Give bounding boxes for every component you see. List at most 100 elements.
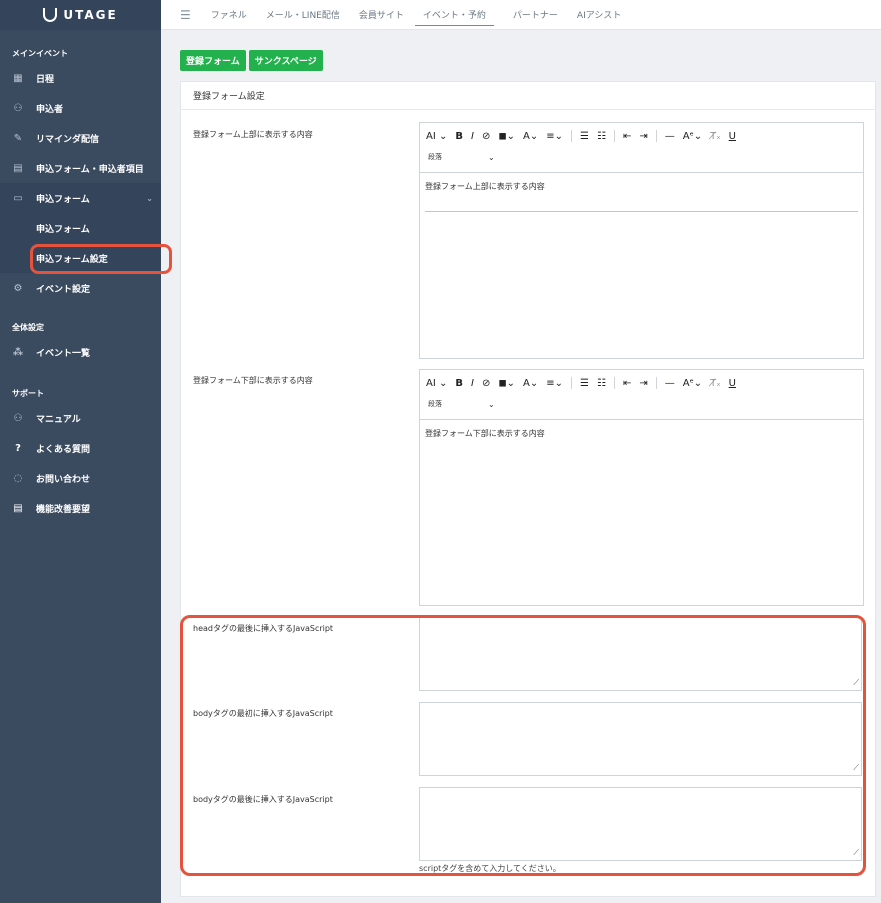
calendar-icon: ▦ [13,72,23,84]
superscript-icon[interactable]: Aᵉ⌄ [683,378,702,389]
sidebar-item-form-items[interactable]: ▤ 申込フォーム・申込者項目 [0,153,161,183]
sidebar-subitem-forms[interactable]: 申込フォーム [0,213,161,243]
link-icon[interactable]: ⊘ [482,131,490,142]
sidebar-item-faq[interactable]: ? よくある質問 [0,433,161,463]
outdent-icon[interactable]: ⇤ [623,378,631,389]
sidebar-item-applicants[interactable]: ⚇ 申込者 [0,93,161,123]
upper-content-label: 登録フォーム上部に表示する内容 [193,130,313,139]
sidebar: UTAGE メインイベント ▦ 日程 ⚇ 申込者 ✎ リマインダ配信 ▤ 申込フ… [0,0,161,903]
table-icon: ▤ [13,162,23,174]
numbered-list-icon[interactable]: ☷ [597,378,606,389]
chevron-down-icon: ⌄ [488,152,495,162]
logo[interactable]: UTAGE [0,0,161,30]
sitemap-icon: ⁂ [12,346,24,358]
page-buttons: 登録フォーム サンクスページ [180,50,326,71]
underline-icon[interactable]: U [729,378,736,389]
highlight-form-settings [30,244,172,274]
editor-content[interactable]: 登録フォーム下部に表示する内容 [420,420,863,447]
italic-icon[interactable]: I [471,378,474,389]
font-color-icon[interactable]: A⌄ [523,131,538,142]
tab-funnel[interactable]: ファネル [211,0,247,30]
outdent-icon[interactable]: ⇤ [623,131,631,142]
indent-icon[interactable]: ⇥ [639,378,647,389]
chevron-down-icon: ⌄ [146,193,153,203]
underline-icon[interactable]: U [729,131,736,142]
sidebar-item-schedule[interactable]: ▦ 日程 [0,63,161,93]
sidebar-item-label: 日程 [36,74,55,85]
lower-content-label: 登録フォーム下部に表示する内容 [193,376,313,385]
clear-format-icon[interactable]: T̸ₓ [710,131,721,142]
paragraph-select[interactable]: 段落 ⌄ [426,399,857,409]
section-support: サポート [12,388,44,398]
lower-content-editor[interactable]: AI ⌄ B I ⊘ ◼⌄ A⌄ ≡⌄ ☰ ☷ ⇤ ⇥ — Aᵉ⌄ T̸ₓ U [419,369,864,606]
horizontal-rule-icon[interactable]: — [665,131,675,142]
editor-toolbar: AI ⌄ B I ⊘ ◼⌄ A⌄ ≡⌄ ☰ ☷ ⇤ ⇥ — Aᵉ⌄ T̸ₓ U [420,123,863,173]
register-form-button[interactable]: 登録フォーム [180,50,246,71]
pencil-icon: ✎ [13,132,23,144]
editor-content[interactable]: 登録フォーム上部に表示する内容 [420,173,863,220]
bullet-list-icon[interactable]: ☰ [580,378,589,389]
editor-text: 登録フォーム上部に表示する内容 [425,182,545,191]
clear-format-icon[interactable]: T̸ₓ [710,378,721,389]
sidebar-item-label: イベント設定 [36,284,91,295]
chat-icon: ◌ [13,472,23,484]
highlight-icon[interactable]: ◼⌄ [498,378,515,389]
bold-icon[interactable]: B [455,378,463,389]
chevron-down-icon: ⌄ [488,399,495,409]
sidebar-item-label: お問い合わせ [36,474,91,485]
sidebar-item-reminder[interactable]: ✎ リマインダ配信 [0,123,161,153]
align-icon[interactable]: ≡⌄ [546,131,563,142]
user-icon: ⚇ [13,412,23,424]
user-icon: ⚇ [13,102,23,114]
question-icon: ? [15,442,21,454]
section-main-event: メインイベント [12,48,68,58]
sidebar-item-event-settings[interactable]: ⚙ イベント設定 [0,273,161,303]
editor-text: 登録フォーム下部に表示する内容 [425,429,545,438]
font-size-icon[interactable]: AI ⌄ [426,378,447,389]
sidebar-item-label: マニュアル [36,414,81,425]
thanks-page-button[interactable]: サンクスページ [248,50,323,71]
editor-toolbar: AI ⌄ B I ⊘ ◼⌄ A⌄ ≡⌄ ☰ ☷ ⇤ ⇥ — Aᵉ⌄ T̸ₓ U [420,370,863,420]
tab-event-reservation[interactable]: イベント・予約 [414,4,494,26]
link-icon[interactable]: ⊘ [482,378,490,389]
logo-icon [43,8,58,22]
sidebar-item-feature-request[interactable]: ▤ 機能改善要望 [0,493,161,523]
divider [425,211,858,212]
numbered-list-icon[interactable]: ☷ [597,131,606,142]
gear-icon: ⚙ [13,282,23,294]
section-all-settings: 全体設定 [12,322,44,332]
upper-content-editor[interactable]: AI ⌄ B I ⊘ ◼⌄ A⌄ ≡⌄ ☰ ☷ ⇤ ⇥ — Aᵉ⌄ T̸ₓ U [419,122,864,359]
highlight-icon[interactable]: ◼⌄ [498,131,515,142]
sidebar-item-label: イベント一覧 [36,348,91,359]
superscript-icon[interactable]: Aᵉ⌄ [683,131,702,142]
tab-partner[interactable]: パートナー [513,0,558,30]
font-color-icon[interactable]: A⌄ [523,378,538,389]
card-title: 登録フォーム設定 [181,82,875,110]
bold-icon[interactable]: B [455,131,463,142]
sidebar-item-label: 申込フォーム・申込者項目 [36,164,144,175]
paragraph-select[interactable]: 段落 ⌄ [426,152,857,162]
sidebar-item-label: リマインダ配信 [36,134,100,145]
italic-icon[interactable]: I [471,131,474,142]
sidebar-item-label: 申込フォーム [36,194,90,205]
tab-mail-line[interactable]: メール・LINE配信 [266,0,340,30]
sidebar-item-label: よくある質問 [36,444,91,455]
top-nav: ☰ ファネル メール・LINE配信 会員サイト イベント・予約 パートナー AI… [161,0,881,30]
font-size-icon[interactable]: AI ⌄ [426,131,447,142]
sidebar-item-manual[interactable]: ⚇ マニュアル [0,403,161,433]
sidebar-item-contact[interactable]: ◌ お問い合わせ [0,463,161,493]
logo-text: UTAGE [63,8,118,22]
tab-member-site[interactable]: 会員サイト [359,0,404,30]
form-icon: ▭ [13,192,23,204]
document-icon: ▤ [13,502,23,514]
tab-ai-assist[interactable]: AIアシスト [577,0,621,30]
align-icon[interactable]: ≡⌄ [546,378,563,389]
indent-icon[interactable]: ⇥ [639,131,647,142]
bullet-list-icon[interactable]: ☰ [580,131,589,142]
sidebar-item-label: 機能改善要望 [36,504,91,515]
sidebar-item-label: 申込者 [36,104,64,115]
sidebar-item-event-list[interactable]: ⁂ イベント一覧 [0,337,161,367]
horizontal-rule-icon[interactable]: — [665,378,675,389]
menu-icon[interactable]: ☰ [180,8,191,22]
sidebar-item-forms[interactable]: ▭ 申込フォーム ⌄ [0,183,161,213]
